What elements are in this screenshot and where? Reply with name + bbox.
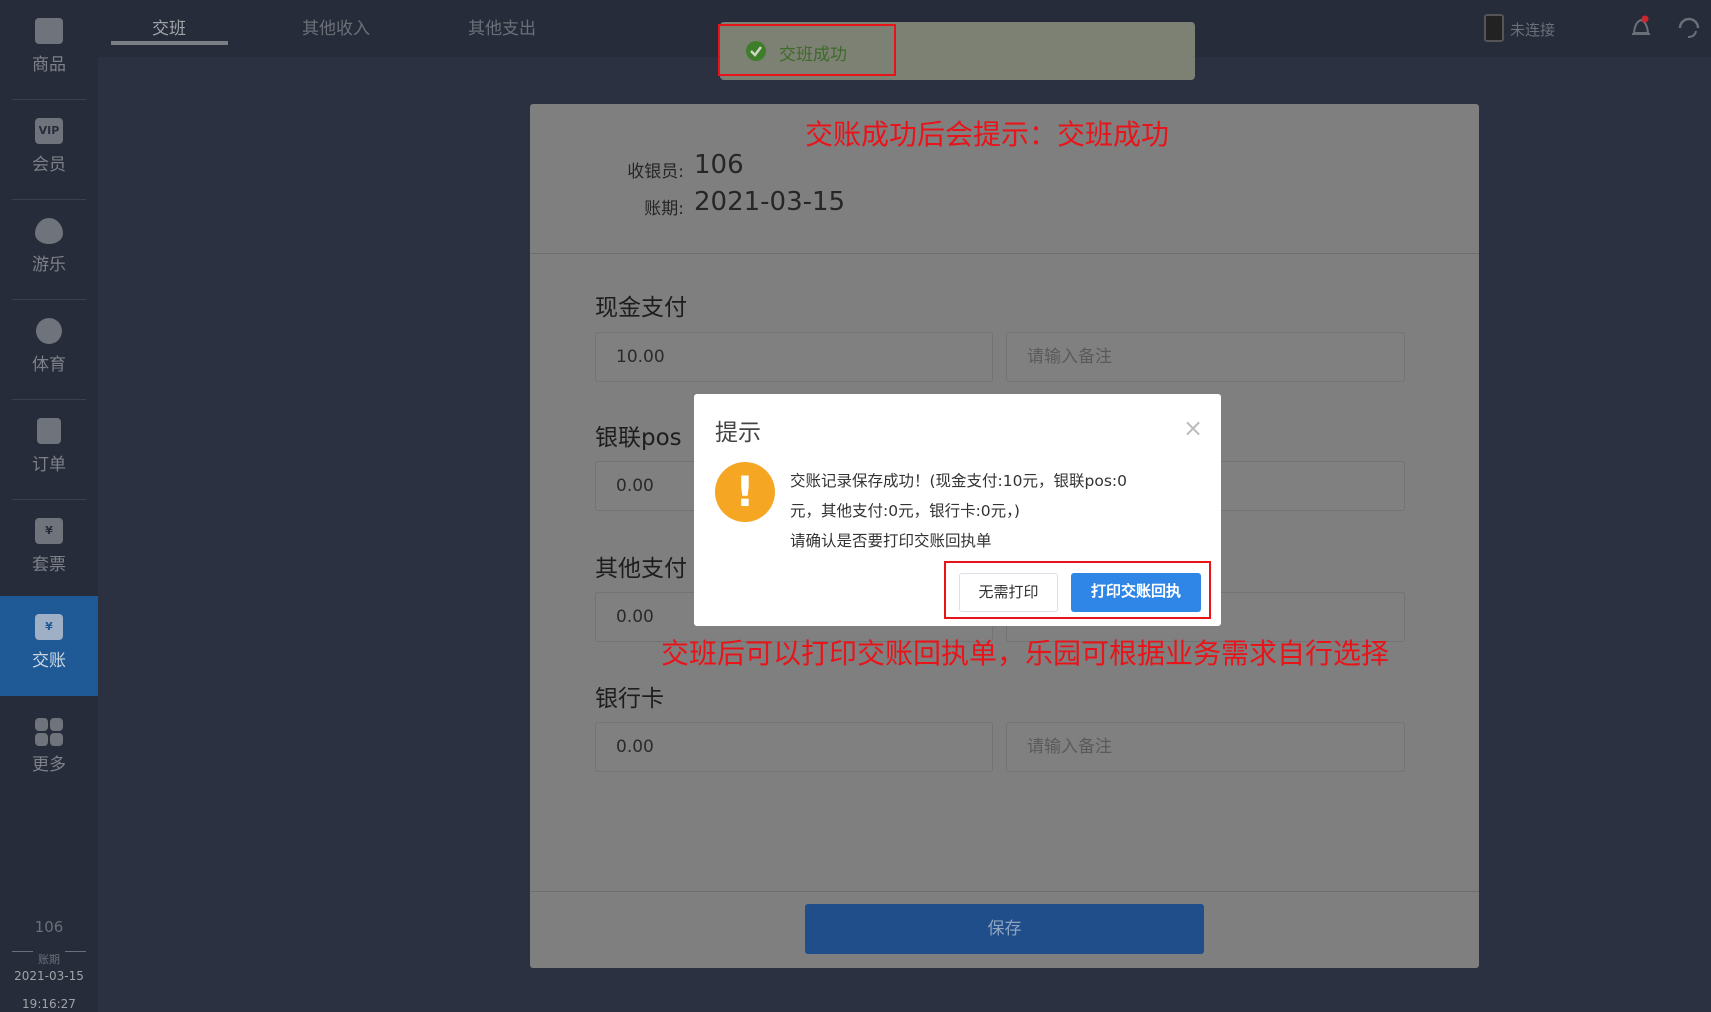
section-label-unionpay: 银联pos bbox=[595, 425, 682, 451]
period-value: 2021-03-15 bbox=[694, 187, 846, 217]
cashier-id: 106 bbox=[34, 918, 64, 936]
annotation-text-bottom: 交班后可以打印交账回执单，乐园可根据业务需求自行选择 bbox=[661, 637, 1390, 670]
tab-other-expense[interactable]: 其他支出 bbox=[468, 14, 536, 39]
sidebar-item-more[interactable]: 更多 bbox=[0, 700, 98, 800]
bankcard-remark-input[interactable]: 请输入备注 bbox=[1006, 722, 1405, 772]
dialog-message: 交账记录保存成功！(现金支付:10元，银联pos:0 元，其他支付:0元，银行卡… bbox=[790, 472, 1127, 550]
section-label-bankcard: 银行卡 bbox=[595, 686, 664, 712]
headset-icon[interactable] bbox=[1676, 14, 1700, 40]
period-date: 2021-03-15 bbox=[14, 969, 84, 983]
sidebar-item-handover[interactable]: ¥ 交账 bbox=[0, 596, 98, 696]
vip-card-icon: VIP bbox=[35, 118, 63, 144]
cashier-label: 收银员: bbox=[627, 162, 684, 182]
section-label-cash: 现金支付 bbox=[595, 295, 687, 321]
bankcard-amount-input[interactable]: 0.00 bbox=[595, 722, 993, 772]
save-button[interactable]: 保存 bbox=[805, 904, 1204, 954]
dialog-title: 提示 bbox=[715, 420, 761, 446]
annotation-text-top: 交账成功后会提示：交班成功 bbox=[805, 118, 1170, 151]
annotation-box-buttons bbox=[944, 561, 1211, 619]
device-status: 未连接 bbox=[1510, 21, 1556, 39]
cash-remark-input[interactable]: 请输入备注 bbox=[1006, 332, 1405, 382]
warning-icon: ! bbox=[715, 462, 775, 522]
sidebar-item-goods[interactable]: 商品 bbox=[0, 0, 98, 100]
annotation-box-toast bbox=[718, 24, 896, 76]
handover-icon: ¥ bbox=[35, 614, 63, 640]
cashier-value: 106 bbox=[694, 150, 744, 180]
clipboard-icon bbox=[37, 418, 61, 444]
ticket-icon: ¥ bbox=[35, 518, 63, 544]
shopping-bag-icon bbox=[35, 18, 63, 44]
bell-icon[interactable] bbox=[1630, 14, 1650, 38]
active-tab-indicator bbox=[111, 41, 228, 45]
balloon-icon bbox=[35, 218, 63, 244]
sidebar-item-amusement[interactable]: 游乐 bbox=[0, 200, 98, 300]
sidebar-item-member[interactable]: VIP 会员 bbox=[0, 100, 98, 200]
sidebar-item-sports[interactable]: 体育 bbox=[0, 300, 98, 400]
grid-icon bbox=[35, 718, 63, 746]
period-label: 账期: bbox=[644, 199, 684, 219]
ball-icon bbox=[36, 318, 62, 344]
clock-time: 19:16:27 bbox=[22, 997, 76, 1011]
section-label-other: 其他支付 bbox=[595, 556, 687, 582]
sidebar: 商品 VIP 会员 游乐 体育 订单 ¥ 套票 ¥ 交账 更多 106 账期 2021… bbox=[0, 0, 98, 1012]
tab-other-income[interactable]: 其他收入 bbox=[302, 14, 370, 39]
cash-amount-input[interactable]: 10.00 bbox=[595, 332, 993, 382]
period-label: 账期 bbox=[33, 951, 65, 967]
sidebar-item-package-ticket[interactable]: ¥ 套票 bbox=[0, 500, 98, 600]
close-icon[interactable]: × bbox=[1183, 414, 1203, 442]
sidebar-item-orders[interactable]: 订单 bbox=[0, 400, 98, 500]
device-icon bbox=[1484, 14, 1504, 42]
tab-handover[interactable]: 交班 bbox=[152, 14, 186, 39]
